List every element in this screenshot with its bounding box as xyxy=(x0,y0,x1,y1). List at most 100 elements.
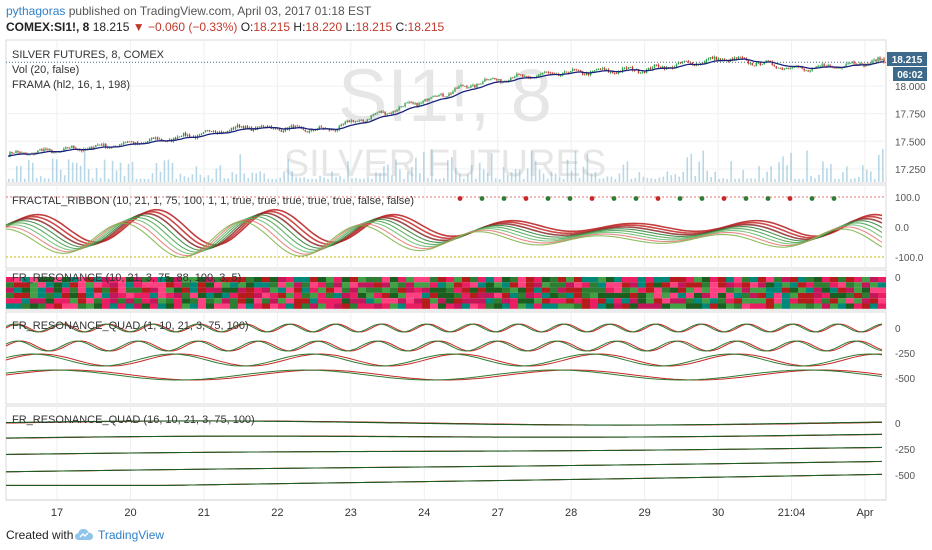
heat-cell xyxy=(190,303,198,309)
heat-cell xyxy=(438,282,446,288)
volume-bar xyxy=(47,178,50,182)
candle-body xyxy=(793,67,795,69)
time-axis[interactable]: 17 20 21 22 23 24 27 28 29 30 21:04 Apr xyxy=(6,499,886,519)
candle-body xyxy=(188,134,191,138)
heat-cell xyxy=(326,287,334,293)
heat-cell xyxy=(870,303,878,309)
volume-bar xyxy=(343,178,345,182)
heat-cell xyxy=(846,303,854,309)
heat-cell xyxy=(438,277,446,283)
heat-cell xyxy=(726,298,734,304)
heat-cell xyxy=(814,282,822,288)
heat-cell xyxy=(654,303,662,309)
chart-canvas[interactable]: SI1!, 8 SILVER FUTURES SILVER FUTURES, 8… xyxy=(0,36,932,522)
heat-cell xyxy=(414,287,422,293)
candle-body xyxy=(781,68,783,70)
heat-cell xyxy=(750,287,758,293)
close-value: 18.215 xyxy=(407,20,445,34)
candle-body xyxy=(490,78,492,80)
price-axis[interactable]: 18.000 17.750 17.500 17.250 100.0 0.0 -100.0 0 0… xyxy=(895,82,926,482)
volume-bar xyxy=(866,169,868,182)
high-label: H: xyxy=(293,20,306,34)
heat-cell xyxy=(710,303,718,309)
heat-cell xyxy=(806,282,814,288)
candle-body xyxy=(767,60,769,62)
candle-body xyxy=(653,64,656,68)
heat-cell xyxy=(630,303,638,309)
candle-body xyxy=(488,79,490,81)
heat-cell xyxy=(774,298,782,304)
heat-cell xyxy=(366,303,374,309)
heat-cell xyxy=(766,298,774,304)
publish-line: pythagoras published on TradingView.com,… xyxy=(6,4,371,18)
volume-bar xyxy=(391,175,393,182)
candle-body xyxy=(538,74,540,77)
heat-cell xyxy=(654,298,662,304)
volume-bar xyxy=(518,169,521,182)
heat-cell xyxy=(6,287,14,293)
heat-cell xyxy=(478,292,486,299)
heat-cell xyxy=(278,303,286,309)
author-link[interactable]: pythagoras xyxy=(6,4,65,18)
heat-cell xyxy=(134,298,142,304)
volume-bar xyxy=(490,153,493,182)
volume-bar xyxy=(810,175,812,182)
heat-cell xyxy=(246,287,254,293)
heat-cell xyxy=(222,303,230,309)
watermark-symbol: SI1!, 8 xyxy=(338,54,552,137)
volume-bar xyxy=(710,177,712,182)
heat-cell xyxy=(598,298,606,304)
candle-body xyxy=(21,152,23,154)
volume-bar xyxy=(319,175,321,182)
heat-cell xyxy=(382,303,390,309)
heat-cell xyxy=(550,282,558,288)
volume-bar xyxy=(55,159,58,182)
heat-cell xyxy=(510,298,518,304)
volume-bar xyxy=(702,150,705,182)
time-tick-label: 21 xyxy=(198,507,210,519)
heat-cell xyxy=(222,298,230,304)
volume-bar xyxy=(387,164,389,182)
volume-bar xyxy=(35,178,38,182)
candle-body xyxy=(362,120,364,122)
heat-cell xyxy=(878,282,886,288)
tradingview-link[interactable]: TradingView xyxy=(98,528,164,542)
symbol-label: COMEX:SI1!, 8 xyxy=(6,20,90,34)
heat-cell xyxy=(542,303,550,309)
candle-body xyxy=(480,83,482,85)
candle-body xyxy=(659,66,662,68)
candle-body xyxy=(456,88,458,89)
heat-cell xyxy=(14,303,22,309)
heat-cell xyxy=(358,287,366,293)
heat-cell xyxy=(638,282,646,288)
heat-cell xyxy=(310,282,318,288)
candle-body xyxy=(484,78,486,82)
volume-bar xyxy=(167,159,170,182)
volume-bar xyxy=(642,176,645,182)
candle-body xyxy=(129,141,131,143)
heat-cell xyxy=(206,298,214,304)
candle-body xyxy=(226,130,229,133)
low-value: 18.215 xyxy=(355,20,393,34)
heat-cell xyxy=(102,292,110,299)
ribbon-pane-title: FRACTAL_RIBBON (10, 21, 1, 75, 100, 1, 1… xyxy=(12,195,414,207)
heat-cell xyxy=(790,282,798,288)
heat-cell xyxy=(14,292,22,299)
heat-cell xyxy=(78,292,86,299)
heat-cell xyxy=(294,277,302,283)
candle-body xyxy=(412,102,414,104)
volume-bar xyxy=(654,178,657,182)
heat-cell xyxy=(454,287,462,293)
heat-cell xyxy=(334,298,342,304)
candle-body xyxy=(829,65,831,67)
candle-body xyxy=(366,119,368,122)
volume-bar xyxy=(466,174,469,182)
heat-cell xyxy=(606,277,614,283)
heat-cell xyxy=(798,298,806,304)
heat-cell xyxy=(542,292,550,299)
ribbon-dot xyxy=(501,196,507,201)
heat-cell xyxy=(478,287,486,293)
heat-cell xyxy=(702,282,710,288)
heat-cell xyxy=(470,292,478,299)
heat-cell xyxy=(390,298,398,304)
